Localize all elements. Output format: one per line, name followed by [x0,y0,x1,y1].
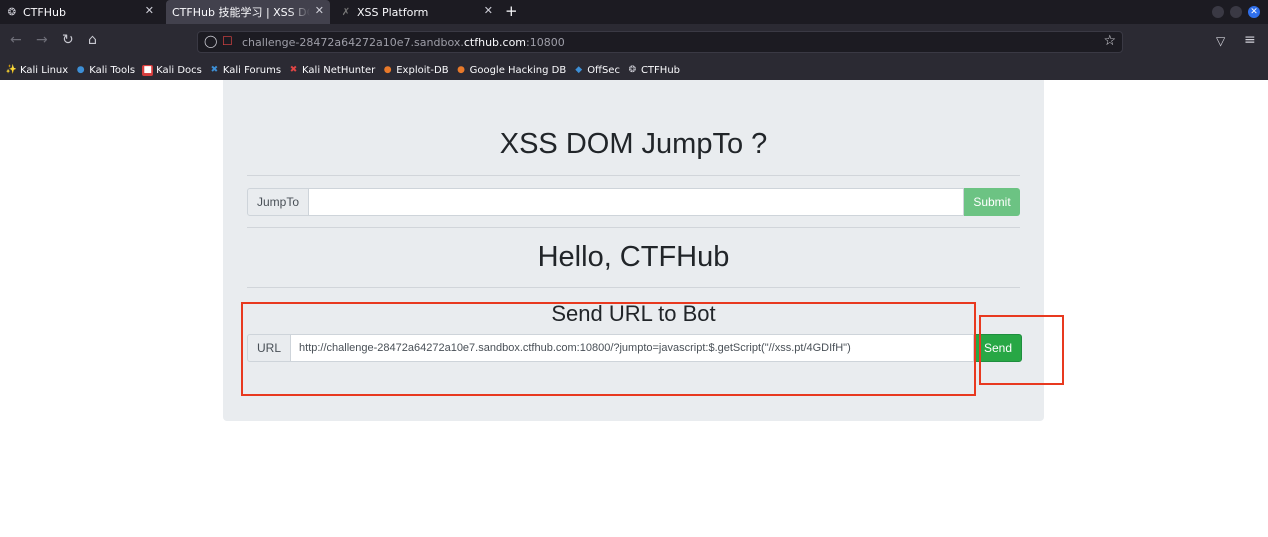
tab-label: CTFHub 技能学习 | XSS DOM [172,6,310,19]
bookmark-kali-linux[interactable]: ✨ Kali Linux [6,65,68,76]
forward-arrow-icon[interactable]: → [36,32,48,48]
kali-docs-icon: ■ [142,64,154,76]
kali-forums-icon: ✖ [210,65,219,75]
tracking-shield-icon[interactable]: ◯ [204,34,217,48]
submit-button[interactable]: Submit [964,188,1020,216]
tab-strip: ❂ CTFHub ✕ CTFHub 技能学习 | XSS DOM ✕ ✗ XSS… [0,0,1268,24]
offsec-icon: ◆ [575,65,583,75]
jumpto-input[interactable] [309,188,964,216]
tab-xss-platform[interactable]: ✗ XSS Platform ✕ [334,0,499,24]
send-url-form: URL http://challenge-28472a64272a10e7.sa… [247,334,1022,362]
reload-icon[interactable]: ↻ [62,32,74,48]
divider [247,287,1020,288]
bookmark-star-icon[interactable]: ☆ [1103,33,1116,49]
tab-close-icon[interactable]: ✕ [145,4,154,17]
jumpto-label: JumpTo [247,188,310,216]
kali-icon: ✨ [5,65,18,75]
bookmark-kali-tools[interactable]: ● Kali Tools [75,65,135,76]
jumbotron-panel: XSS DOM JumpTo ? JumpTo Submit Hello, CT… [223,80,1044,421]
send-url-heading: Send URL to Bot [551,301,716,326]
bookmark-kali-nethunter[interactable]: ✖ Kali NetHunter [288,65,375,76]
back-arrow-icon[interactable]: ← [10,32,22,48]
nethunter-icon: ✖ [289,65,298,75]
url-label: URL [247,334,292,362]
url-input[interactable]: http://challenge-28472a64272a10e7.sandbo… [291,334,975,362]
jumpto-form: JumpTo Submit [247,188,1020,216]
bookmark-offsec[interactable]: ◆ OffSec [573,65,620,76]
ghdb-icon: ● [457,65,466,75]
address-bar[interactable]: ◯ ☐ challenge-28472a64272a10e7.sandbox.c… [197,31,1123,53]
hello-heading: Hello, CTFHub [537,241,730,273]
web-page: XSS DOM JumpTo ? JumpTo Submit Hello, CT… [0,80,1268,537]
minimize-button[interactable] [1212,6,1224,18]
exploitdb-icon: ● [383,65,392,75]
tab-label: XSS Platform [357,5,429,19]
home-icon[interactable]: ⌂ [88,32,97,48]
tab-close-icon[interactable]: ✕ [484,4,493,17]
pocket-icon[interactable]: ▽ [1216,34,1225,48]
ctfhub-favicon-icon: ❂ [628,65,637,75]
new-tab-button[interactable]: + [505,2,518,20]
hamburger-menu-icon[interactable]: ≡ [1244,32,1256,48]
send-button[interactable]: Send [974,334,1022,362]
xss-favicon-icon: ✗ [341,6,351,18]
url-text[interactable]: challenge-28472a64272a10e7.sandbox.ctfhu… [242,36,565,49]
ctfhub-favicon-icon: ❂ [7,6,17,18]
tab-label: CTFHub [23,5,66,19]
bookmark-google-hacking-db[interactable]: ● Google Hacking DB [456,65,566,76]
bookmarks-toolbar: ✨ Kali Linux ● Kali Tools ■ Kali Docs ✖ Kali… [0,60,1268,80]
bookmark-exploit-db[interactable]: ● Exploit-DB [382,65,449,76]
divider [247,227,1020,228]
maximize-button[interactable] [1230,6,1242,18]
tab-xss-dom[interactable]: CTFHub 技能学习 | XSS DOM ✕ [166,0,330,24]
bookmark-kali-forums[interactable]: ✖ Kali Forums [209,65,281,76]
bookmark-kali-docs[interactable]: ■ Kali Docs [142,64,202,76]
tab-ctfhub[interactable]: ❂ CTFHub ✕ [0,0,160,24]
tab-close-icon[interactable]: ✕ [315,4,324,17]
divider [247,175,1020,176]
kali-tools-icon: ● [76,65,85,75]
bookmark-ctfhub[interactable]: ❂ CTFHub [627,65,680,76]
page-title: XSS DOM JumpTo ? [499,128,768,160]
insecure-lock-icon[interactable]: ☐ [222,34,233,48]
close-window-icon[interactable]: ✕ [1248,6,1260,18]
